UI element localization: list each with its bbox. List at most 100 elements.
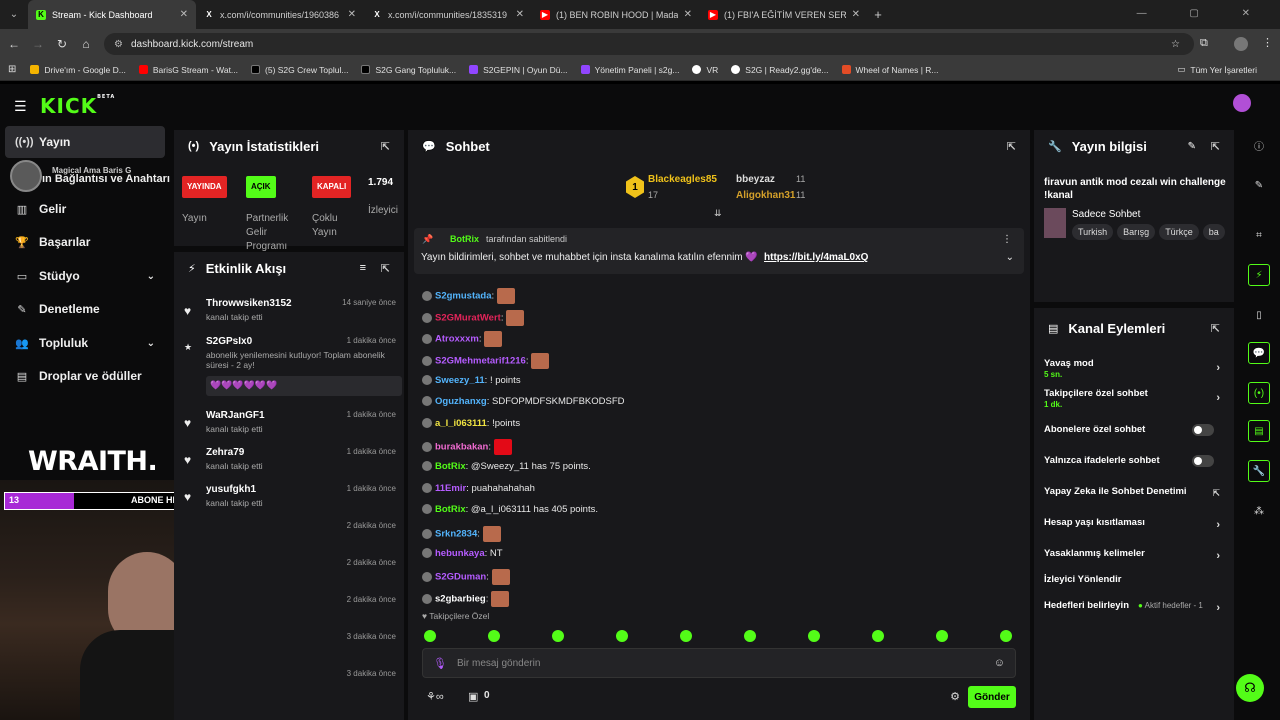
chat-username[interactable]: S2gmustada bbox=[435, 291, 492, 302]
close-tab-icon[interactable]: ✕ bbox=[852, 9, 860, 20]
emote-icon[interactable] bbox=[680, 630, 692, 642]
popout-icon[interactable]: ⇱ bbox=[381, 140, 390, 153]
crop-icon[interactable]: ⌗ bbox=[1248, 224, 1270, 246]
emote-icon[interactable] bbox=[1000, 630, 1012, 642]
close-tab-icon[interactable]: ✕ bbox=[516, 9, 524, 20]
window-controls[interactable]: — ▢ ✕ bbox=[1137, 8, 1270, 19]
chat-username[interactable]: S2GDuman bbox=[435, 572, 486, 583]
profile-avatar[interactable] bbox=[1234, 37, 1248, 51]
extensions-icon[interactable]: ⧉ bbox=[1200, 37, 1208, 50]
bookmark-1[interactable]: BarisG Stream - Wat... bbox=[138, 65, 238, 75]
emoji-icon[interactable]: ☺ bbox=[994, 657, 1005, 669]
account-age-row[interactable]: Hesap yaşı kısıtlaması › bbox=[1044, 517, 1224, 531]
url-bar[interactable]: ⚙ dashboard.kick.com/stream ☆ bbox=[104, 33, 1194, 55]
expand-leaderboard-icon[interactable]: ⇊ bbox=[714, 208, 722, 219]
ai-moderation-row[interactable]: Yapay Zeka ile Sohbet Denetimi ⇱ bbox=[1044, 486, 1224, 498]
browser-tab-2[interactable]: X x.com/i/communities/1835319 ✕ bbox=[364, 0, 532, 29]
bookmark-star-icon[interactable]: ☆ bbox=[1171, 39, 1180, 50]
chat-username[interactable]: S2GMehmetarif1216 bbox=[435, 356, 526, 367]
chat-username[interactable]: Atroxxxm bbox=[435, 334, 479, 345]
leaderboard[interactable]: 1 Blackeagles85 17 bbeyzaz 11 Aligokhan3… bbox=[626, 172, 826, 206]
bookmark-8[interactable]: Wheel of Names | R... bbox=[841, 65, 938, 75]
chat-username[interactable]: burakbakan bbox=[435, 442, 488, 453]
chat-username[interactable]: Srkn2834 bbox=[435, 529, 477, 540]
close-tab-icon[interactable]: ✕ bbox=[684, 9, 692, 20]
emote-icon[interactable] bbox=[616, 630, 628, 642]
list-icon[interactable]: ▤ bbox=[1248, 420, 1270, 442]
sidebar-item-studyo[interactable]: ▭ Stüdyo ⌄ bbox=[5, 260, 165, 292]
info-icon[interactable]: ⓘ bbox=[1248, 134, 1270, 156]
chat-username[interactable]: Sweezy_11 bbox=[435, 375, 485, 386]
sidebar-item-basarilar[interactable]: 🏆 Başarılar bbox=[5, 226, 165, 258]
banned-words-row[interactable]: Yasaklanmış kelimeler › bbox=[1044, 548, 1224, 562]
bookmark-2[interactable]: (5) S2G Crew Toplul... bbox=[251, 65, 348, 75]
help-icon[interactable]: ☊ bbox=[1236, 674, 1264, 702]
popout-icon[interactable]: ⇱ bbox=[381, 262, 390, 275]
chat-username[interactable]: a_l_i063111 bbox=[435, 418, 487, 429]
more-options-icon[interactable]: ⋮ bbox=[1002, 234, 1012, 245]
filter-icon[interactable]: ≡ bbox=[360, 262, 366, 274]
browser-tab-0[interactable]: K Stream - Kick Dashboard ✕ bbox=[28, 0, 196, 29]
site-info-icon[interactable]: ⚙ bbox=[114, 39, 123, 50]
emote-icon[interactable] bbox=[552, 630, 564, 642]
chat-username[interactable]: BotRix bbox=[435, 461, 466, 472]
popout-icon[interactable]: ⇱ bbox=[1211, 140, 1220, 153]
emote-only-toggle[interactable] bbox=[1192, 455, 1214, 467]
emote-icon[interactable] bbox=[936, 630, 948, 642]
chevron-down-icon[interactable]: ⌄ bbox=[1006, 252, 1014, 263]
chat-username[interactable]: hebunkaya bbox=[435, 548, 485, 559]
emote-icon[interactable] bbox=[744, 630, 756, 642]
emote-icon[interactable] bbox=[808, 630, 820, 642]
send-button[interactable]: Gönder bbox=[968, 686, 1016, 708]
chat-username[interactable]: Oguzhanxg bbox=[435, 396, 487, 407]
bookmark-6[interactable]: VR bbox=[692, 65, 718, 75]
chat-username[interactable]: S2GMuratWert bbox=[435, 313, 501, 324]
popout-icon[interactable]: ⇱ bbox=[1211, 322, 1220, 335]
user-avatar[interactable] bbox=[1233, 94, 1251, 112]
new-tab-icon[interactable]: + bbox=[868, 7, 888, 22]
settings-gear-icon[interactable]: ⚙ bbox=[950, 690, 960, 703]
bookmark-4[interactable]: S2GEPIN | Oyun Dü... bbox=[469, 65, 568, 75]
emote-icon[interactable] bbox=[424, 630, 436, 642]
goals-row[interactable]: Hedefleri belirleyin ● Aktif hedefler - 1… bbox=[1044, 600, 1224, 614]
followers-only-row[interactable]: Takipçilere özel sohbet 1 dk. › bbox=[1044, 388, 1224, 409]
bookmark-3[interactable]: S2G Gang Topluluk... bbox=[361, 65, 456, 75]
bookmark-5[interactable]: Yönetim Paneli | s2g... bbox=[580, 65, 679, 75]
kick-logo[interactable]: KICKBETA bbox=[40, 94, 115, 118]
close-tab-icon[interactable]: ✕ bbox=[180, 9, 188, 20]
bookmark-7[interactable]: S2G | Ready2.gg'de... bbox=[731, 65, 829, 75]
browser-tab-4[interactable]: ▶ (1) FBI'A EĞİTİM VEREN SERİ K ✕ bbox=[700, 0, 868, 29]
tab-search-icon[interactable]: ⌄ bbox=[0, 9, 28, 20]
menu-icon[interactable]: ⋮ bbox=[1262, 36, 1273, 49]
points-icon[interactable]: ⚘∞ bbox=[426, 690, 444, 703]
reload-icon[interactable]: ↻ bbox=[50, 37, 74, 51]
wrench-icon[interactable]: 🔧 bbox=[1248, 460, 1270, 482]
sidebar-item-topluluk[interactable]: 👥 Topluluk ⌄ bbox=[5, 327, 165, 359]
lightning-icon[interactable]: ⚡ bbox=[1248, 264, 1270, 286]
chat-username[interactable]: BotRix bbox=[435, 504, 466, 515]
broadcast-icon[interactable]: (•) bbox=[1248, 382, 1270, 404]
edit-icon[interactable]: ✎ bbox=[1188, 141, 1196, 152]
home-icon[interactable]: ⌂ bbox=[74, 37, 98, 51]
sidebar-item-yayin[interactable]: ((•)) Yayın bbox=[5, 126, 165, 158]
pinned-link[interactable]: https://bit.ly/4maL0xQ bbox=[764, 252, 868, 263]
hamburger-menu-icon[interactable]: ☰ bbox=[14, 98, 27, 115]
edit-icon[interactable]: ✎ bbox=[1248, 174, 1270, 196]
emote-icon[interactable] bbox=[872, 630, 884, 642]
chat-input[interactable]: 🎙 Bir mesaj gönderin ☺ bbox=[422, 648, 1016, 678]
sidebar-item-denetleme[interactable]: ✎ Denetleme bbox=[5, 293, 165, 325]
popout-icon[interactable]: ⇱ bbox=[1007, 140, 1016, 153]
browser-tab-1[interactable]: X x.com/i/communities/1960386 ✕ bbox=[196, 0, 364, 29]
chest-icon[interactable]: ▣ bbox=[468, 690, 478, 703]
apps-grid-icon[interactable]: ⊞ bbox=[8, 64, 16, 75]
apps-icon[interactable]: ⁂ bbox=[1248, 500, 1270, 522]
forward-icon[interactable]: → bbox=[26, 37, 50, 51]
sidebar-item-droplar[interactable]: ▤ Droplar ve ödüller bbox=[5, 360, 165, 392]
document-icon[interactable]: ▯ bbox=[1248, 304, 1270, 326]
slow-mode-row[interactable]: Yavaş mod 5 sn. › bbox=[1044, 358, 1224, 379]
bookmark-0[interactable]: Drive'ım - Google D... bbox=[30, 65, 126, 75]
chat-username[interactable]: 11Emir bbox=[435, 483, 466, 494]
back-icon[interactable]: ← bbox=[2, 37, 26, 51]
emote-icon[interactable] bbox=[488, 630, 500, 642]
chat-username[interactable]: s2gbarbieg bbox=[435, 594, 486, 605]
